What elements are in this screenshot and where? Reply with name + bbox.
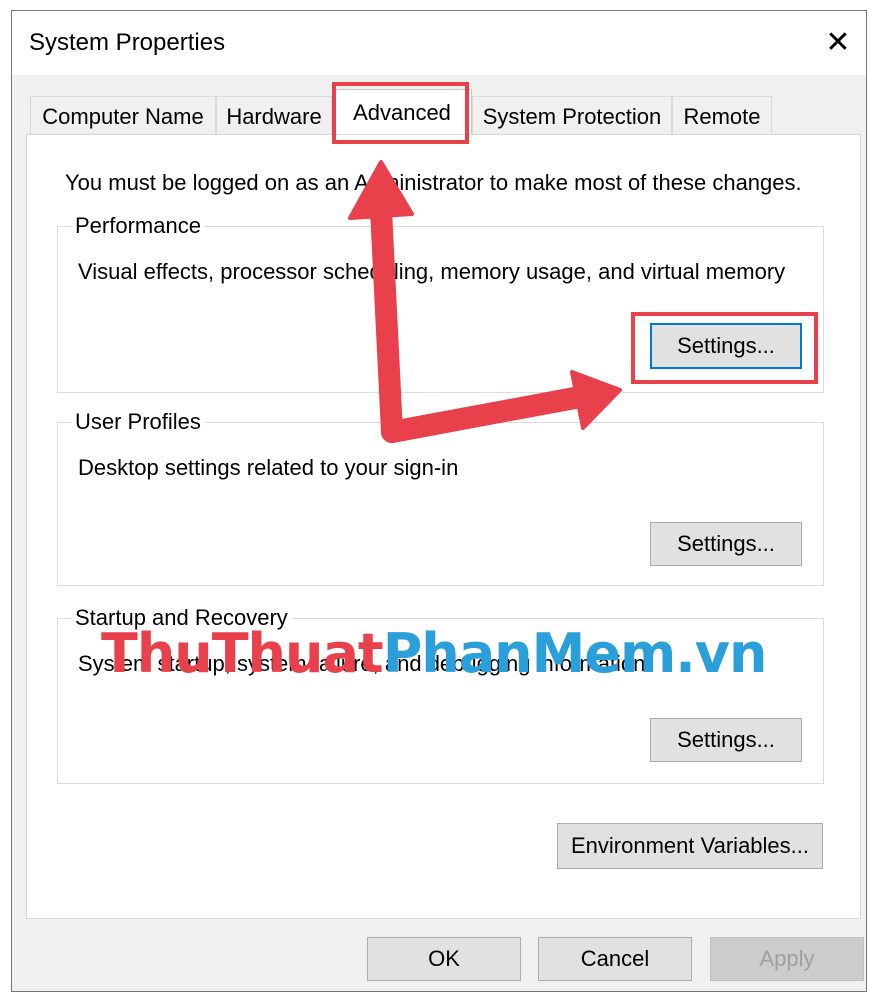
arrow-right-shaft xyxy=(381,386,591,443)
arrow-up-head xyxy=(348,160,414,220)
arrow-right-head xyxy=(570,370,622,430)
watermark-part1: ThuThuat xyxy=(101,622,384,685)
watermark: ThuThuatPhanMem.vn xyxy=(101,622,767,686)
tutorial-arrows xyxy=(348,160,622,443)
watermark-part2: PhanMem xyxy=(382,622,677,685)
arrow-up-shaft xyxy=(370,199,403,443)
watermark-part3: .vn xyxy=(675,622,767,685)
